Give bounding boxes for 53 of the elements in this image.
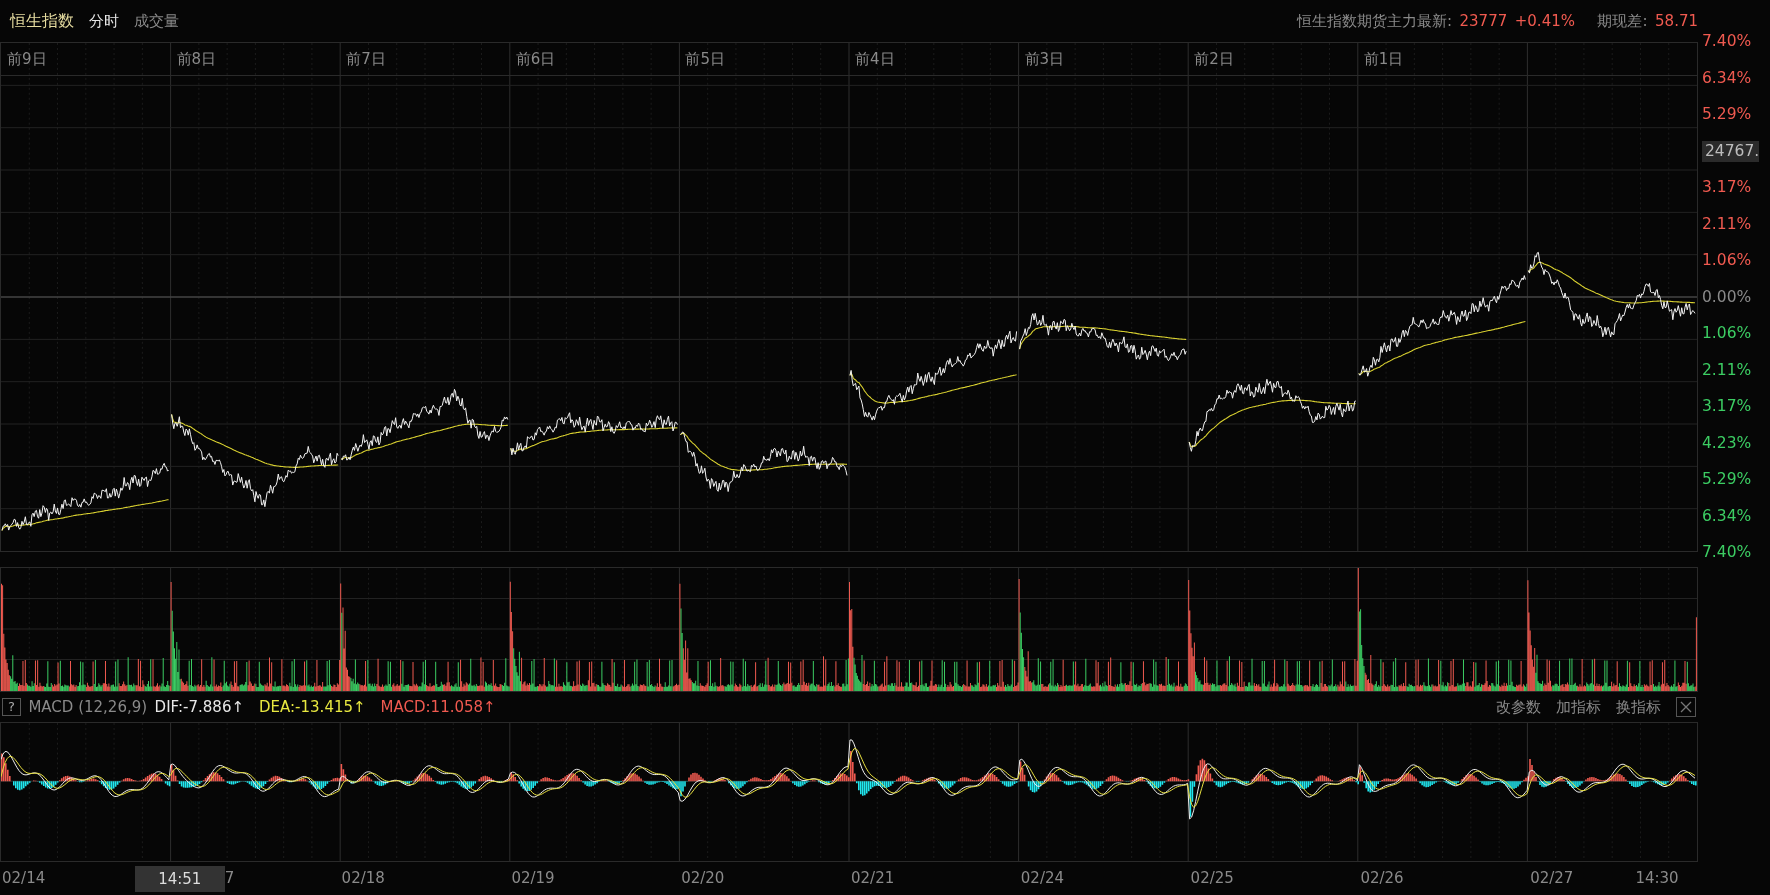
- axis-label: 2.11%: [1701, 213, 1752, 235]
- indicator-name: MACD (12,26,9): [28, 696, 148, 718]
- axis-label: 0.00%: [1701, 286, 1752, 308]
- macd-value: MACD:11.058↑: [380, 696, 496, 718]
- day-label: 前5日: [684, 49, 726, 70]
- index-title: 恒生指数: [10, 10, 74, 32]
- close-icon[interactable]: [1676, 697, 1696, 717]
- axis-label: 3.17%: [1701, 396, 1752, 417]
- day-label: 前8日: [175, 49, 218, 70]
- axis-label: 7.40%: [1701, 542, 1752, 563]
- date-label: 02/21: [851, 868, 895, 890]
- day-label: 前2日: [1193, 49, 1235, 70]
- indicator-action[interactable]: 改参数: [1496, 695, 1541, 719]
- axis-label: 4.23%: [1701, 432, 1752, 454]
- day-label: 前6日: [514, 49, 557, 70]
- axis-label: 1.06%: [1701, 250, 1752, 271]
- axis-label: 5.29%: [1701, 104, 1752, 125]
- date-label: 02/19: [511, 868, 555, 890]
- axis-label: 6.34%: [1701, 67, 1752, 89]
- chart-tab[interactable]: 成交量: [134, 9, 179, 33]
- cursor-time: 14:51: [134, 865, 225, 892]
- indicator-action[interactable]: 加指标: [1556, 695, 1601, 719]
- chart-tab[interactable]: 分时: [89, 9, 119, 33]
- spread-value: 58.71: [1655, 10, 1698, 32]
- axis-label: 2.11%: [1701, 359, 1752, 381]
- futures-change: +0.41%: [1514, 10, 1575, 32]
- futures-label: 恒生指数期货主力最新:: [1296, 10, 1453, 32]
- price-tag: 24767.: [1702, 140, 1760, 162]
- date-label: 02/14: [2, 868, 46, 890]
- day-label: 前1日: [1362, 49, 1405, 70]
- axis-label: 7.40%: [1701, 31, 1752, 52]
- date-label: 7: [224, 868, 235, 890]
- day-label: 前9日: [6, 49, 48, 70]
- dea-value: DEA:-13.415↑: [259, 696, 366, 718]
- day-label: 前7日: [345, 49, 387, 70]
- day-label: 前3日: [1023, 49, 1066, 70]
- dif-value: DIF:-7.886↑: [154, 696, 245, 718]
- axis-label: 6.34%: [1701, 505, 1752, 527]
- time-label: 14:30: [1635, 868, 1679, 890]
- date-label: 02/20: [681, 868, 725, 890]
- day-label: 前4日: [854, 49, 896, 70]
- date-label: 02/27: [1530, 868, 1574, 890]
- spread-label: 期现差:: [1597, 10, 1648, 32]
- date-label: 02/24: [1020, 868, 1065, 890]
- date-label: 02/26: [1360, 868, 1404, 890]
- futures-price: 23777: [1459, 10, 1508, 32]
- date-label: 02/25: [1190, 868, 1234, 890]
- axis-label: 1.06%: [1701, 323, 1752, 344]
- date-label: 02/18: [341, 868, 385, 890]
- axis-label: 3.17%: [1701, 177, 1752, 198]
- help-button[interactable]: ?: [2, 698, 21, 716]
- axis-label: 5.29%: [1701, 469, 1752, 490]
- indicator-action[interactable]: 换指标: [1616, 695, 1661, 719]
